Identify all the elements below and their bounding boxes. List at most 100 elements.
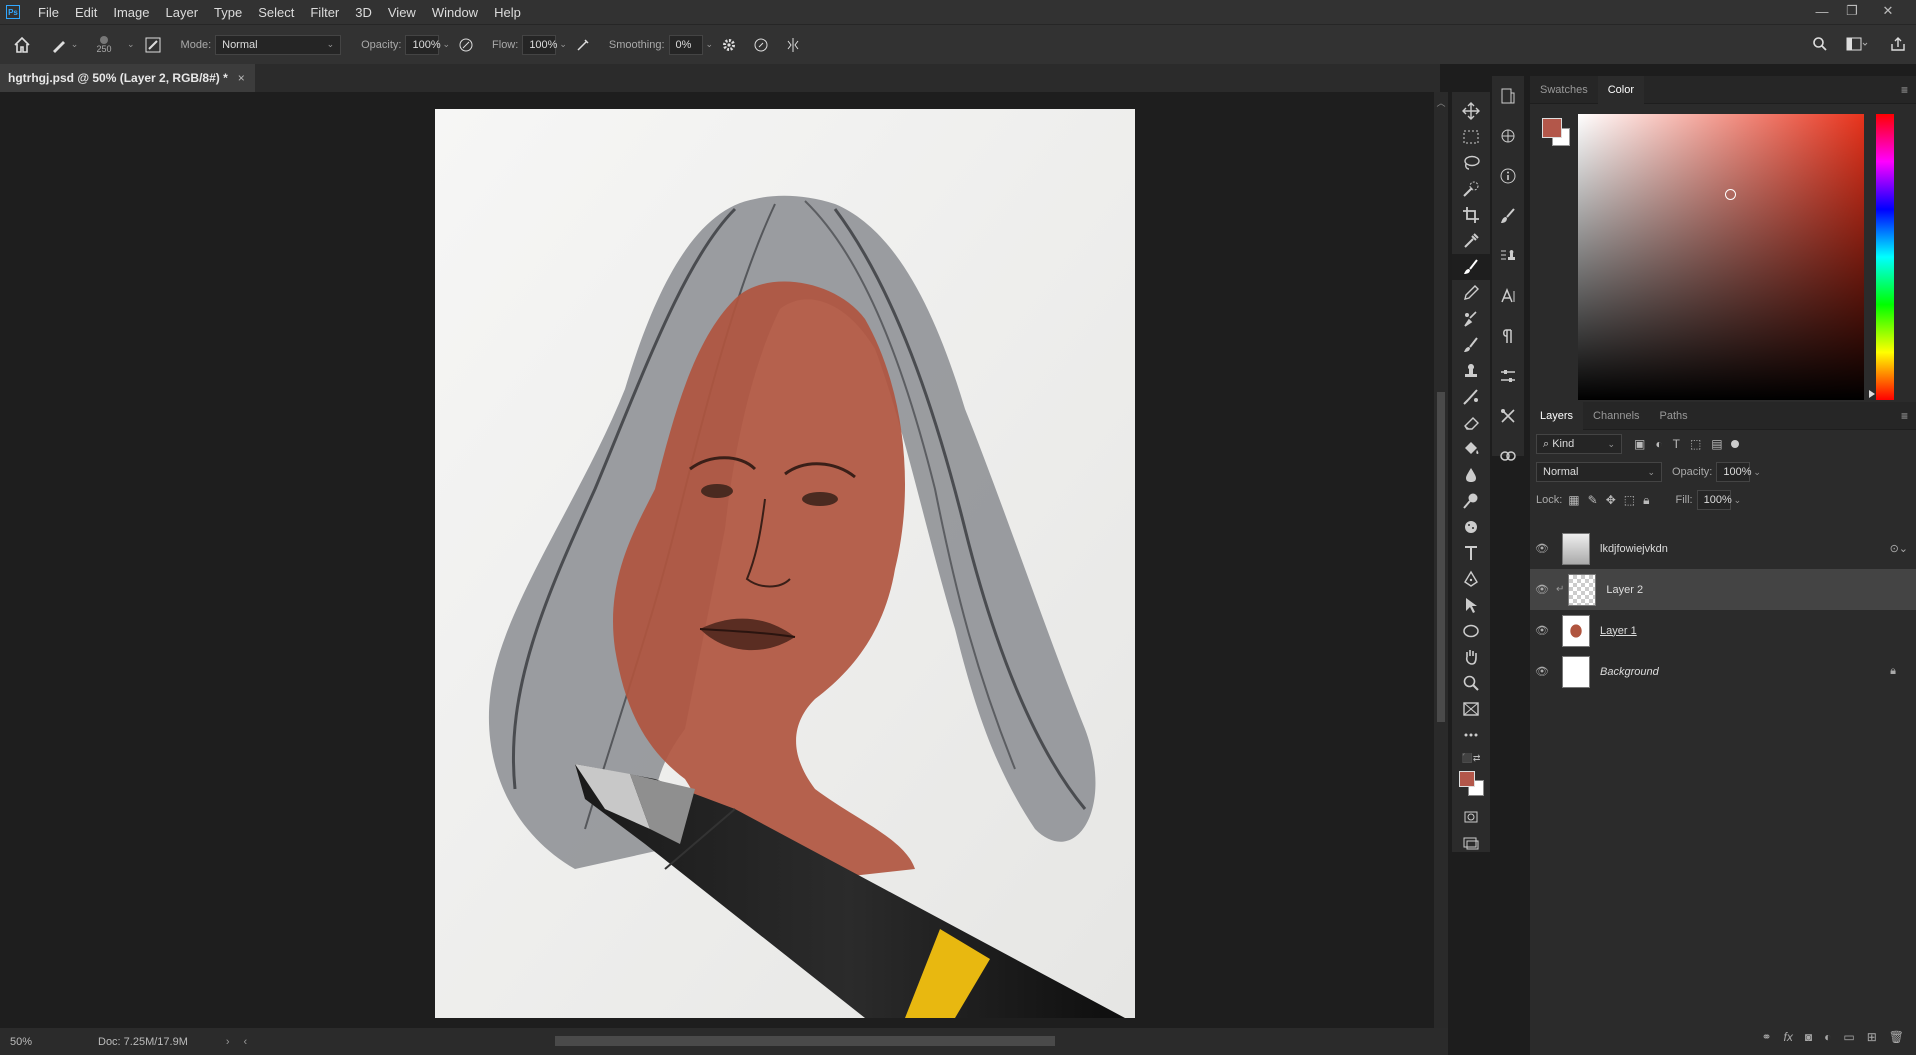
menu-select[interactable]: Select	[250, 5, 302, 20]
pressure-opacity-icon[interactable]	[450, 37, 482, 53]
menu-file[interactable]: File	[30, 5, 67, 20]
crop-icon[interactable]	[1452, 202, 1490, 228]
swap-colors-icon[interactable]: ⬛⇄	[1452, 748, 1490, 768]
minimize-button[interactable]: —	[1808, 0, 1836, 22]
filter-toggle-icon[interactable]	[1730, 440, 1739, 448]
menu-layer[interactable]: Layer	[158, 5, 207, 20]
layer-row-selected[interactable]: 👁︎ ↵ Layer 2	[1530, 569, 1916, 610]
layer-name[interactable]: Layer 2	[1606, 584, 1643, 596]
move-tool-icon[interactable]	[1452, 98, 1490, 124]
type-tool-icon[interactable]	[1452, 540, 1490, 566]
hue-slider-handle[interactable]	[1869, 390, 1875, 398]
smoothing-field[interactable]: 0%	[668, 34, 703, 55]
rectangle-marquee-icon[interactable]	[1452, 124, 1490, 150]
opacity-field[interactable]: 100%	[405, 34, 441, 55]
restore-button[interactable]: ❐	[1838, 0, 1866, 22]
airbrush-icon[interactable]	[567, 37, 599, 53]
menu-view[interactable]: View	[380, 5, 424, 20]
pen-tool-icon[interactable]	[1452, 566, 1490, 592]
foreground-color-chip[interactable]	[1542, 118, 1562, 138]
stamp-icon[interactable]	[1452, 358, 1490, 384]
layer-opacity-field[interactable]: 100%	[1716, 462, 1752, 482]
tab-channels[interactable]: Channels	[1583, 402, 1649, 430]
menu-edit[interactable]: Edit	[67, 5, 105, 20]
menu-image[interactable]: Image	[105, 5, 157, 20]
scroll-up-icon[interactable]: ︿	[1434, 96, 1448, 109]
lock-image-icon[interactable]: ✎	[1588, 493, 1598, 507]
properties-panel-icon[interactable]	[1492, 356, 1524, 396]
document-info[interactable]: Doc: 7.25M/17.9M	[98, 1036, 188, 1048]
panel-menu-icon[interactable]: ≡	[1901, 83, 1908, 97]
vertical-scrollbar[interactable]: ︿	[1434, 92, 1448, 1028]
new-group-icon[interactable]: ▭	[1843, 1030, 1854, 1044]
color-swatches[interactable]	[1452, 768, 1490, 804]
quick-select-icon[interactable]	[1452, 176, 1490, 202]
close-window-button[interactable]: ✕	[1874, 0, 1902, 22]
brush-tool-icon[interactable]	[1452, 254, 1490, 280]
filter-type-icon[interactable]: T	[1673, 437, 1680, 451]
menu-filter[interactable]: Filter	[302, 5, 347, 20]
tab-color[interactable]: Color	[1597, 75, 1644, 104]
blur-icon[interactable]	[1452, 462, 1490, 488]
info-icon[interactable]	[1492, 156, 1524, 196]
lock-all-icon[interactable]: 🔒︎	[1643, 493, 1649, 508]
paragraph-panel-icon[interactable]	[1492, 316, 1524, 356]
filter-shape-icon[interactable]: ⬚	[1690, 437, 1701, 451]
flow-field[interactable]: 100%	[522, 34, 557, 55]
lock-artboard-icon[interactable]: ⬚	[1624, 493, 1635, 507]
vertical-scroll-thumb[interactable]	[1437, 392, 1445, 722]
zoom-tool-icon[interactable]	[1452, 670, 1490, 696]
tab-layers[interactable]: Layers	[1530, 401, 1584, 430]
search-icon[interactable]	[1812, 36, 1828, 55]
path-selection-icon[interactable]	[1452, 592, 1490, 618]
chevron-down-icon[interactable]: ⌄	[559, 39, 567, 50]
color-picker-cursor[interactable]	[1725, 189, 1736, 200]
add-mask-icon[interactable]: ◙	[1805, 1030, 1812, 1044]
pressure-size-icon[interactable]	[745, 37, 777, 53]
menu-3d[interactable]: 3D	[347, 5, 380, 20]
home-icon[interactable]	[0, 36, 44, 54]
workspace-icon[interactable]	[1846, 36, 1868, 55]
chevron-down-icon[interactable]: ⌄	[706, 39, 714, 50]
mode-select[interactable]: Normal ⌄	[215, 34, 342, 55]
share-icon[interactable]	[1890, 36, 1906, 55]
eye-icon[interactable]: 👁︎	[1530, 542, 1554, 555]
filter-adjustment-icon[interactable]: ◐	[1655, 437, 1662, 451]
eye-icon[interactable]: 👁︎	[1530, 665, 1554, 678]
hand-tool-icon[interactable]	[1452, 644, 1490, 670]
status-menu-arrow-icon[interactable]: ›	[226, 1036, 230, 1048]
menu-type[interactable]: Type	[206, 5, 250, 20]
layer-name[interactable]: lkdjfowiejvkdn	[1600, 543, 1668, 555]
quick-mask-icon[interactable]	[1452, 804, 1490, 830]
color-picker-field[interactable]	[1578, 114, 1864, 400]
tab-paths[interactable]: Paths	[1650, 402, 1698, 430]
frame-tool-icon[interactable]	[1452, 696, 1490, 722]
eye-icon[interactable]: 👁︎	[1530, 583, 1554, 596]
scroll-left-icon[interactable]: ‹	[244, 1036, 248, 1048]
brush-panel-icon[interactable]	[1492, 196, 1524, 236]
filter-smart-object-icon[interactable]: ▤	[1711, 437, 1722, 451]
pencil-tool-icon[interactable]	[1452, 280, 1490, 306]
layer-name[interactable]: Background	[1600, 666, 1659, 678]
symmetry-icon[interactable]	[777, 37, 809, 53]
eraser-icon[interactable]	[1452, 410, 1490, 436]
chevron-down-icon[interactable]: ⌄	[127, 39, 135, 50]
panel-menu-icon[interactable]: ≡	[1901, 409, 1908, 423]
lock-position-icon[interactable]: ✥	[1606, 493, 1616, 507]
history-brush-icon[interactable]	[1452, 332, 1490, 358]
blend-mode-select[interactable]: Normal ⌄	[1536, 462, 1662, 482]
brush-settings-icon[interactable]	[135, 37, 171, 53]
trash-icon[interactable]: 🗑︎	[1889, 1030, 1904, 1044]
fx-icon[interactable]: fx	[1784, 1030, 1793, 1044]
layer-row[interactable]: 👁︎ Layer 1	[1530, 610, 1916, 651]
art-history-brush-icon[interactable]	[1452, 384, 1490, 410]
horizontal-scroll-thumb[interactable]	[555, 1036, 1055, 1046]
sponge-icon[interactable]	[1452, 514, 1490, 540]
libraries-icon[interactable]	[1492, 436, 1524, 476]
adjustment-layer-icon[interactable]: ◐	[1824, 1030, 1831, 1044]
chevron-down-icon[interactable]: ⌄	[442, 39, 450, 50]
chevron-down-icon[interactable]: ⌄	[1753, 467, 1761, 478]
document-canvas[interactable]	[435, 109, 1135, 1018]
adjustments-3d-icon[interactable]	[1492, 116, 1524, 156]
lock-transparent-icon[interactable]: ▦	[1568, 493, 1579, 507]
